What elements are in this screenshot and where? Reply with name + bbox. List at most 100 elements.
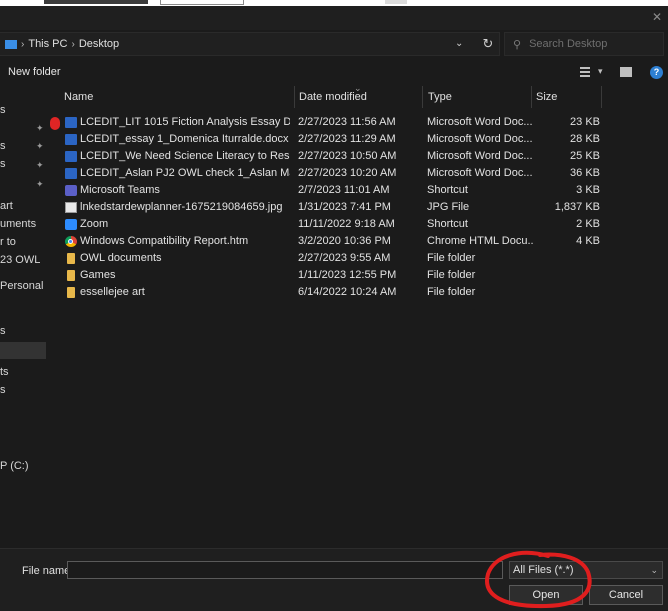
new-folder-button[interactable]: New folder xyxy=(8,66,61,78)
nav-item[interactable]: s xyxy=(0,325,6,337)
table-row[interactable]: lnkedstardewplanner-1675219084659.jpg 1/3… xyxy=(47,199,607,216)
background-chip xyxy=(385,0,407,4)
word-icon xyxy=(65,151,77,162)
teams-icon xyxy=(65,185,77,196)
file-name-cell: Games xyxy=(80,269,116,281)
file-type-cell: Shortcut xyxy=(427,218,468,230)
nav-item[interactable]: art xyxy=(0,200,13,212)
file-type-cell: Microsoft Word Doc... xyxy=(427,116,533,128)
date-modified-cell: 2/7/2023 11:01 AM xyxy=(298,184,390,196)
file-size-cell: 3 KB xyxy=(576,184,600,196)
file-type-filter[interactable]: All Files (*.*) ⌄ xyxy=(509,561,663,579)
refresh-icon[interactable]: ↻ xyxy=(478,33,498,55)
breadcrumb-desktop[interactable]: Desktop xyxy=(79,38,119,50)
nav-item[interactable]: s xyxy=(0,158,6,170)
nav-item[interactable]: Personal xyxy=(0,280,43,292)
table-row[interactable]: LCEDIT_LIT 1015 Fiction Analysis Essay D… xyxy=(47,114,607,131)
pin-icon: ✦ xyxy=(36,160,44,170)
folder-icon xyxy=(67,270,75,281)
column-header-date[interactable]: Date modified xyxy=(299,86,367,108)
file-size-cell: 4 KB xyxy=(576,235,600,247)
this-pc-icon xyxy=(5,39,17,49)
column-header-size[interactable]: Size xyxy=(536,86,557,108)
nav-item[interactable]: uments xyxy=(0,218,36,230)
file-type-cell: Microsoft Word Doc... xyxy=(427,150,533,162)
file-type-cell: Microsoft Word Doc... xyxy=(427,133,533,145)
column-divider[interactable] xyxy=(531,86,532,108)
nav-item[interactable]: r to xyxy=(0,236,16,248)
zoom-icon xyxy=(65,219,77,230)
background-field xyxy=(160,0,244,5)
file-size-cell: 1,837 KB xyxy=(554,201,600,213)
search-input[interactable]: ⚲ Search Desktop xyxy=(504,32,664,56)
table-row[interactable]: Zoom 11/11/2022 9:18 AM Shortcut 2 KB xyxy=(47,216,607,233)
open-button[interactable]: Open xyxy=(509,585,583,605)
file-size-cell xyxy=(536,284,600,301)
file-name-cell: Zoom xyxy=(80,218,109,230)
background-tab xyxy=(44,0,148,4)
column-header-type[interactable]: Type xyxy=(428,86,452,108)
title-bar xyxy=(0,6,668,30)
file-name-cell: LCEDIT_We Need Science Literacy to Resol… xyxy=(80,150,290,162)
file-type-filter-label: All Files (*.*) xyxy=(513,564,574,576)
view-options-icon[interactable] xyxy=(580,66,594,78)
column-divider[interactable] xyxy=(422,86,423,108)
close-icon[interactable]: ✕ xyxy=(652,10,662,24)
pin-icon: ✦ xyxy=(36,179,44,189)
preview-pane-icon[interactable] xyxy=(620,67,632,77)
date-modified-cell: 6/14/2022 10:24 AM xyxy=(298,286,397,298)
column-header-name[interactable]: Name xyxy=(64,86,93,108)
file-name-cell: Microsoft Teams xyxy=(80,184,160,196)
column-divider[interactable] xyxy=(601,86,602,108)
date-modified-cell: 1/31/2023 7:41 PM xyxy=(298,201,391,213)
file-type-cell: Microsoft Word Doc... xyxy=(427,167,533,179)
file-name-cell: lnkedstardewplanner-1675219084659.jpg xyxy=(80,201,283,213)
nav-item[interactable]: 23 OWL xyxy=(0,254,40,266)
file-type-cell: File folder xyxy=(427,252,476,264)
nav-item[interactable]: ts xyxy=(0,366,9,378)
date-modified-cell: 2/27/2023 9:55 AM xyxy=(298,252,391,264)
table-row[interactable]: Windows Compatibility Report.htm 3/2/2020… xyxy=(47,233,607,250)
search-placeholder: Search Desktop xyxy=(529,38,608,50)
chevron-down-icon[interactable]: ▾ xyxy=(598,66,603,77)
nav-item[interactable]: s xyxy=(0,104,6,116)
nav-item[interactable]: s xyxy=(0,140,6,152)
nav-item-selected[interactable] xyxy=(0,342,46,359)
word-icon xyxy=(65,134,77,145)
table-row[interactable]: LCEDIT_We Need Science Literacy to Resol… xyxy=(47,148,607,165)
file-size-cell: 2 KB xyxy=(576,218,600,230)
file-name-label: File name: xyxy=(22,565,74,577)
nav-item[interactable]: s xyxy=(0,384,6,396)
table-row[interactable]: LCEDIT_essay 1_Domenica Iturralde.docx 2/… xyxy=(47,131,607,148)
chevron-down-icon[interactable]: ⌄ xyxy=(455,38,463,49)
nav-item[interactable]: P (C:) xyxy=(0,460,29,472)
pin-icon: ✦ xyxy=(36,123,44,133)
table-row[interactable]: Games 1/11/2023 12:55 PM File folder xyxy=(47,267,607,284)
help-icon[interactable]: ? xyxy=(650,66,663,79)
annotation-mark xyxy=(50,117,60,130)
table-row[interactable]: Microsoft Teams 2/7/2023 11:01 AM Shortcut… xyxy=(47,182,607,199)
table-row[interactable]: LCEDIT_Aslan PJ2 OWL check 1_Aslan Matis… xyxy=(47,165,607,182)
file-name-input[interactable] xyxy=(67,561,503,579)
file-size-cell xyxy=(536,267,600,284)
folder-icon xyxy=(67,253,75,264)
file-size-cell: 23 KB xyxy=(570,116,600,128)
table-row[interactable]: essellejee art 6/14/2022 10:24 AM File fol… xyxy=(47,284,607,301)
breadcrumb-this-pc[interactable]: This PC xyxy=(28,38,67,50)
chevron-right-icon[interactable]: › xyxy=(21,39,24,50)
date-modified-cell: 2/27/2023 11:29 AM xyxy=(298,133,396,145)
date-modified-cell: 2/27/2023 10:20 AM xyxy=(298,167,397,179)
cancel-button[interactable]: Cancel xyxy=(589,585,663,605)
date-modified-cell: 3/2/2020 10:36 PM xyxy=(298,235,391,247)
chevron-down-icon: ⌄ xyxy=(650,565,658,575)
chevron-right-icon[interactable]: › xyxy=(71,39,74,50)
folder-icon xyxy=(67,287,75,298)
column-divider[interactable] xyxy=(294,86,295,108)
date-modified-cell: 2/27/2023 11:56 AM xyxy=(298,116,396,128)
pin-icon: ✦ xyxy=(36,141,44,151)
file-name-cell: LCEDIT_LIT 1015 Fiction Analysis Essay D… xyxy=(80,116,290,128)
file-name-cell: essellejee art xyxy=(80,286,145,298)
date-modified-cell: 11/11/2022 9:18 AM xyxy=(298,218,395,230)
table-row[interactable]: OWL documents 2/27/2023 9:55 AM File folde… xyxy=(47,250,607,267)
address-bar[interactable]: › This PC › Desktop ⌄ xyxy=(0,32,500,56)
